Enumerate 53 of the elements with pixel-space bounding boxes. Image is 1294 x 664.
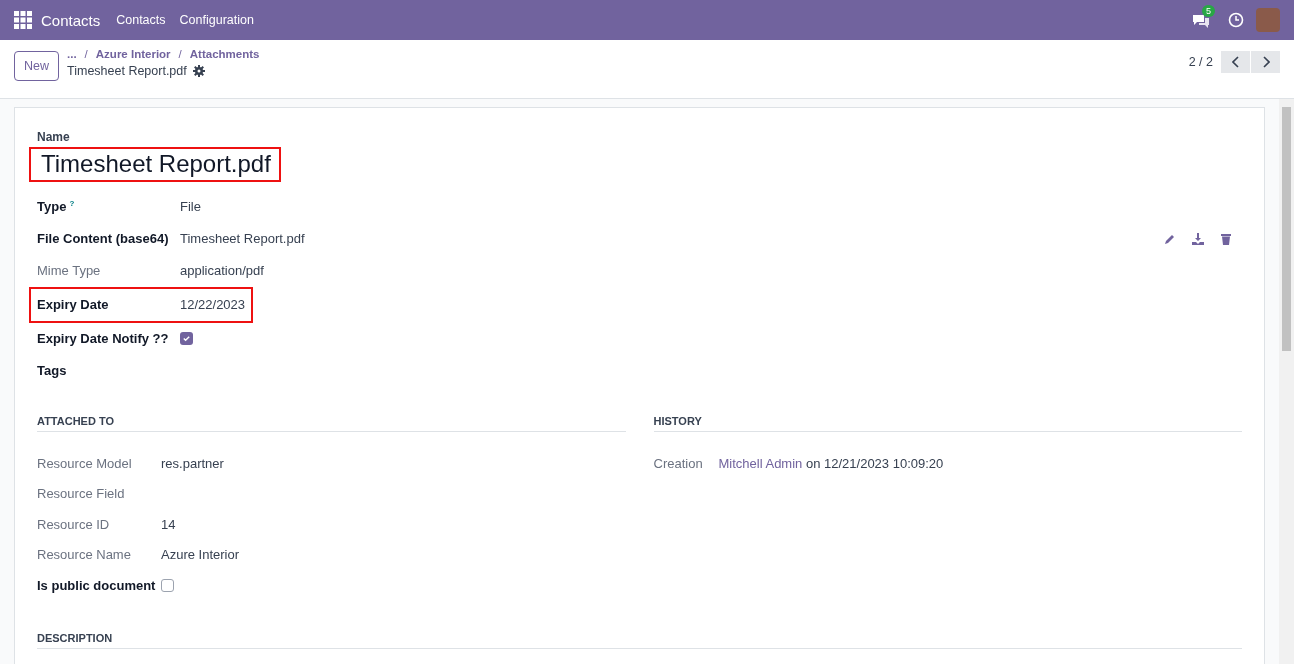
chevron-right-icon (1262, 56, 1270, 68)
breadcrumb-separator: / (84, 48, 88, 60)
chat-icon[interactable] (1192, 13, 1210, 29)
field-label: Resource Name (37, 547, 132, 563)
file-name: Timesheet Report.pdf (180, 231, 306, 247)
field-label: Resource Field (37, 486, 126, 502)
scrollbar[interactable] (1279, 99, 1294, 664)
section-title: ATTACHED TO (37, 414, 626, 432)
field-label: File Content (base64) (37, 231, 170, 247)
field-value: File (180, 199, 201, 215)
app-name[interactable]: Contacts (41, 11, 101, 29)
field-label: Creation (653, 455, 704, 471)
field-value: Azure Interior (161, 547, 240, 563)
checkmark-icon (183, 336, 190, 342)
field-value: 14 (161, 516, 176, 532)
pager-counter: 2 / 2 (1188, 55, 1213, 69)
section-title: DESCRIPTION (37, 632, 1242, 650)
field-label: Resource Model (37, 455, 133, 471)
checkbox[interactable] (180, 332, 193, 346)
previous-button[interactable] (1221, 51, 1250, 73)
field-label: Expiry Date (37, 297, 110, 313)
section-title: HISTORY (653, 414, 1242, 432)
checkbox[interactable] (161, 578, 174, 592)
field-label: Mime Type (37, 263, 102, 279)
edit-icon[interactable] (1164, 232, 1176, 245)
new-button[interactable]: New (14, 51, 59, 81)
breadcrumb-link[interactable]: Azure Interior (95, 48, 171, 60)
menu-item[interactable]: Contacts (116, 13, 166, 27)
record-name[interactable]: Timesheet Report.pdf (41, 150, 271, 177)
settings-icon[interactable] (192, 65, 205, 77)
chevron-left-icon (1231, 56, 1239, 68)
apps-grid-icon[interactable] (14, 11, 32, 29)
field-label: Is public document (37, 577, 157, 593)
breadcrumb-more[interactable]: ... (67, 48, 77, 60)
field-value: application/pdf (180, 263, 264, 279)
trash-icon[interactable] (1220, 232, 1232, 245)
breadcrumb-link[interactable]: Attachments (189, 48, 260, 60)
download-icon[interactable] (1192, 232, 1204, 245)
field-value: res.partner (161, 455, 224, 471)
message-count-badge: 5 (1202, 5, 1215, 17)
field-value: 12/22/2023 (180, 297, 246, 313)
user-link[interactable]: Mitchell Admin (718, 455, 803, 471)
breadcrumb-separator: / (178, 48, 182, 60)
field-label: Type $^{?}$ (37, 199, 76, 215)
record-title: Timesheet Report.pdf (67, 64, 187, 78)
field-label: Name (37, 130, 71, 144)
field-label: Resource ID (37, 516, 111, 532)
field-label: Tags (37, 363, 68, 379)
field-label: Expiry Date Notify ?? (37, 331, 170, 347)
clock-icon[interactable] (1228, 12, 1244, 28)
creation-info: Mitchell Admin on 12/21/2023 10:09:20 (718, 455, 944, 471)
next-button[interactable] (1251, 51, 1280, 73)
menu-item[interactable]: Configuration (179, 13, 254, 27)
